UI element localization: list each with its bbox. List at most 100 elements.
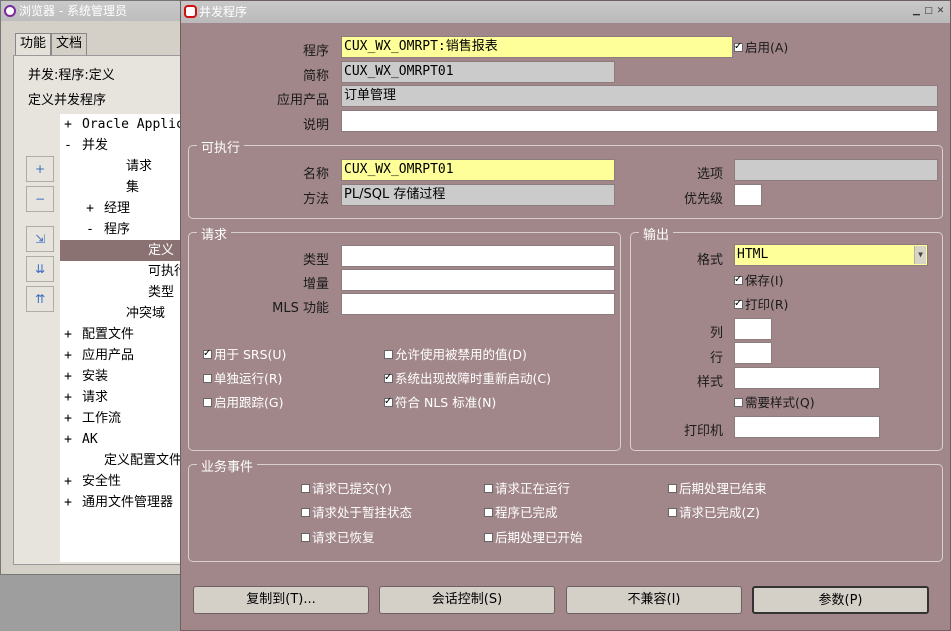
incompatibilities-button[interactable]: 不兼容(I) [566, 586, 742, 614]
tree-item-label: 定义 [148, 243, 175, 258]
event-postprocess-started-checkbox[interactable]: 后期处理已开始 [484, 530, 583, 546]
print-checkbox[interactable]: 打印(R) [734, 296, 788, 313]
collapse-all-icon[interactable]: ⇈ [26, 286, 54, 312]
tree-item-label: 集 [126, 180, 140, 195]
tree-toolbar: + − ⇲ ⇊ ⇈ [26, 156, 56, 316]
method-label: 方法 [302, 192, 329, 207]
expand-node-icon[interactable]: + [61, 492, 75, 513]
expand-branch-icon[interactable]: ⇲ [26, 226, 54, 252]
expand-node-icon[interactable]: + [61, 345, 75, 366]
expand-node-icon[interactable]: + [61, 324, 75, 345]
event-request-on-hold-checkbox[interactable]: 请求处于暂挂状态 [301, 505, 412, 521]
tree-item-label: 请求 [82, 390, 109, 405]
program-field[interactable]: CUX_WX_OMRPT:销售报表 [341, 36, 733, 58]
maximize-icon[interactable]: □ [923, 6, 934, 17]
columns-label: 列 [709, 326, 723, 341]
copy-to-button[interactable]: 复制到(T)... [193, 586, 369, 614]
tree-item-label: 程序 [104, 222, 131, 237]
method-field[interactable]: PL/SQL 存储过程 [341, 184, 615, 206]
short-name-field[interactable]: CUX_WX_OMRPT01 [341, 61, 615, 83]
tree-item-label: 通用文件管理器 [82, 495, 174, 510]
minimize-icon[interactable]: ▁ [911, 6, 922, 17]
tree-item-label: 类型 [148, 285, 175, 300]
restart-on-failure-checkbox[interactable]: 系统出现故障时重新启动(C) [384, 370, 551, 387]
format-select[interactable]: HTML ▼ [734, 244, 928, 266]
event-request-submitted-checkbox[interactable]: 请求已提交(Y) [301, 481, 392, 497]
function-path: 并发:程序:定义 [28, 68, 115, 83]
form-title: 并发程序 [199, 5, 248, 19]
request-type-field[interactable] [341, 245, 615, 267]
style-field[interactable] [734, 367, 880, 389]
parameters-button[interactable]: 参数(P) [752, 586, 929, 614]
expand-node-icon[interactable]: + [61, 114, 75, 135]
event-postprocess-ended-checkbox[interactable]: 后期处理已结束 [668, 481, 767, 497]
event-request-completed-checkbox[interactable]: 请求已完成(Z) [668, 505, 760, 521]
use-in-srs-checkbox[interactable]: 用于 SRS(U) [203, 346, 286, 363]
tree-item-label: 并发 [82, 138, 109, 153]
collapse-icon[interactable]: − [26, 186, 54, 212]
rows-label: 行 [709, 351, 723, 366]
expand-node-icon[interactable]: + [61, 408, 75, 429]
priority-field[interactable] [734, 184, 762, 206]
form-titlebar[interactable]: 并发程序 ▁ □ ✕ [181, 1, 950, 23]
expand-all-icon[interactable]: ⇊ [26, 256, 54, 282]
allow-disabled-values-checkbox[interactable]: 允许使用被禁用的值(D) [384, 347, 527, 363]
collapse-node-icon[interactable]: - [61, 135, 75, 156]
tree-item-label: Oracle Applic [82, 117, 184, 132]
options-field[interactable] [734, 159, 938, 181]
expand-node-icon[interactable]: + [83, 198, 97, 219]
concurrent-program-window: 并发程序 ▁ □ ✕ 程序 CUX_WX_OMRPT:销售报表 启用(A) 简称… [180, 0, 951, 631]
description-label: 说明 [302, 118, 329, 133]
mls-label: MLS 功能 [272, 301, 329, 316]
rows-field[interactable] [734, 342, 772, 364]
tree-item-label: 安全性 [82, 474, 122, 489]
tree-item-label: 冲突域 [126, 306, 166, 321]
executable-name-field[interactable]: CUX_WX_OMRPT01 [341, 159, 615, 181]
enable-trace-checkbox[interactable]: 启用跟踪(G) [203, 395, 283, 411]
chevron-down-icon[interactable]: ▼ [914, 246, 926, 264]
application-field[interactable]: 订单管理 [341, 85, 938, 107]
application-label: 应用产品 [276, 93, 329, 108]
columns-field[interactable] [734, 318, 772, 340]
tab-functions[interactable]: 功能 [15, 33, 52, 55]
expand-icon[interactable]: + [26, 156, 54, 182]
event-request-resumed-checkbox[interactable]: 请求已恢复 [301, 530, 375, 546]
executable-group: 可执行 [188, 137, 943, 219]
tree-item-label: 工作流 [82, 411, 122, 426]
app-logo-icon [4, 5, 16, 17]
navigator-titlebar[interactable]: 浏览器 - 系统管理员 [1, 1, 199, 21]
expand-node-icon[interactable]: + [61, 387, 75, 408]
collapse-node-icon[interactable]: - [83, 219, 97, 240]
request-group-title: 请求 [197, 224, 232, 243]
mls-field[interactable] [341, 293, 615, 315]
style-label: 样式 [696, 375, 723, 390]
business-events-group-title: 业务事件 [197, 456, 258, 475]
style-required-checkbox[interactable]: 需要样式(Q) [734, 395, 815, 411]
navigator-window: 浏览器 - 系统管理员 功能 文档 并发:程序:定义 定义并发程序 + − ⇲ ⇊… [0, 0, 210, 575]
tree-item-label: 配置文件 [82, 327, 135, 342]
options-label: 选项 [696, 167, 723, 182]
run-alone-checkbox[interactable]: 单独运行(R) [203, 371, 282, 387]
expand-node-icon[interactable]: + [61, 471, 75, 492]
increment-field[interactable] [341, 269, 615, 291]
navigator-title: 浏览器 - 系统管理员 [19, 4, 127, 18]
session-control-button[interactable]: 会话控制(S) [379, 586, 555, 614]
executable-name-label: 名称 [302, 167, 329, 182]
description-field[interactable] [341, 110, 938, 132]
enabled-checkbox[interactable]: 启用(A) [734, 39, 788, 56]
expand-node-icon[interactable]: + [61, 429, 75, 450]
navigator-tabs: 功能 文档 [15, 33, 88, 55]
request-type-label: 类型 [302, 253, 329, 268]
event-request-running-checkbox[interactable]: 请求正在运行 [484, 481, 570, 497]
expand-node-icon[interactable]: + [61, 366, 75, 387]
save-checkbox[interactable]: 保存(I) [734, 272, 783, 289]
tab-documents[interactable]: 文档 [51, 33, 88, 55]
tree-item-label: 请求 [126, 159, 153, 174]
event-program-completed-checkbox[interactable]: 程序已完成 [484, 505, 558, 521]
close-icon[interactable]: ✕ [935, 6, 946, 17]
printer-field[interactable] [734, 416, 880, 438]
short-name-label: 简称 [302, 69, 329, 84]
function-subtitle: 定义并发程序 [28, 93, 107, 108]
nls-compliant-checkbox[interactable]: 符合 NLS 标准(N) [384, 394, 496, 411]
tree-item-label: AK [82, 432, 98, 447]
